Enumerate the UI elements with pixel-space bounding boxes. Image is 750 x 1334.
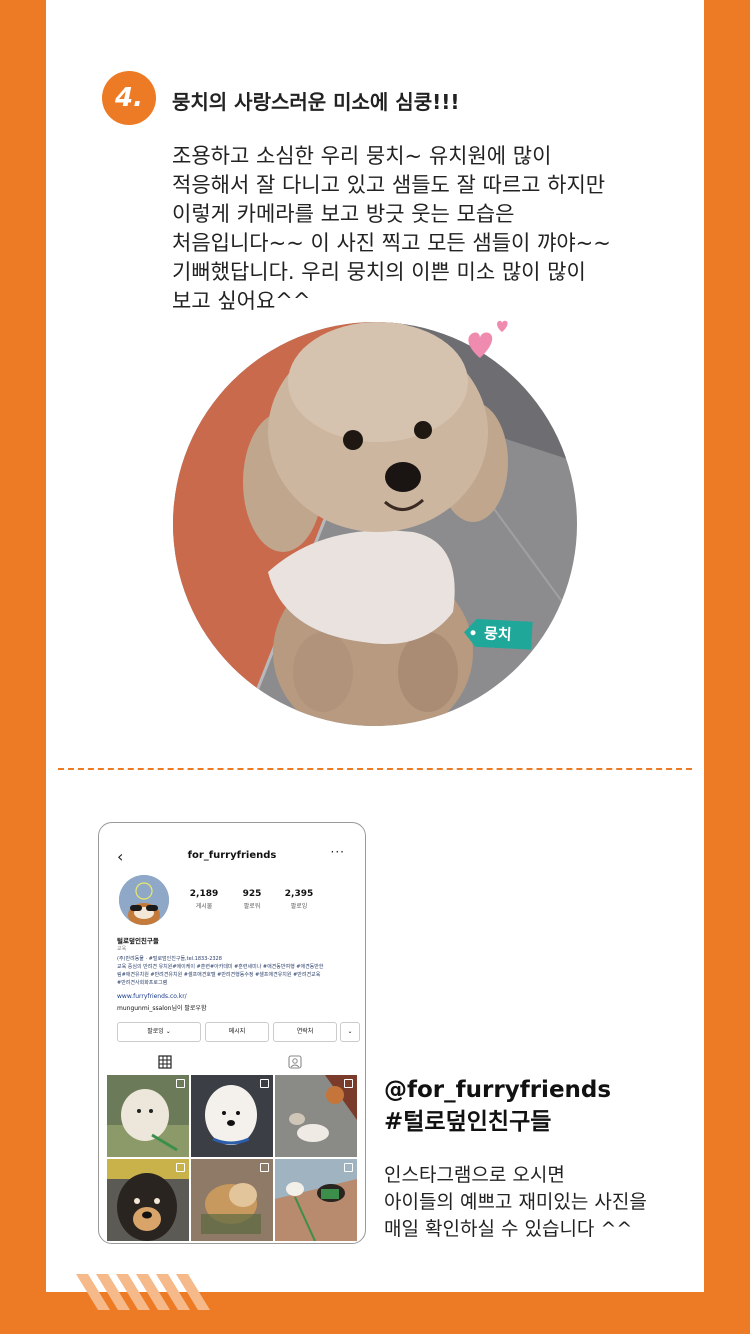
followed-by: mungunmi_ssalon님이 팔로우함 — [117, 1005, 207, 1012]
bio-line: 림#애견유치원 #반려견유치원 #셀프애견호텔 #반려견행동수정 #셀프애견유치… — [117, 972, 321, 978]
section-title: 뭉치의 사랑스러운 미소에 심쿵!!! — [172, 90, 460, 114]
heart-icon — [464, 312, 514, 364]
stat-value: 2,395 — [284, 889, 314, 899]
multi-photo-icon — [344, 1163, 353, 1172]
post-thumbnail[interactable] — [275, 1159, 357, 1241]
post-thumbnail[interactable] — [191, 1159, 273, 1241]
desc-line: 인스타그램으로 오시면 — [384, 1164, 565, 1186]
desc-line: 매일 확인하실 수 있습니다 ^^ — [384, 1218, 633, 1240]
decorative-stripes — [76, 1272, 226, 1312]
stat-label: 팔로잉 — [290, 903, 308, 910]
ig-header: ‹ for_furryfriends ··· — [99, 845, 365, 867]
more-icon[interactable]: ··· — [331, 845, 345, 859]
body-line: 처음입니다~~ 이 사진 찍고 모든 샘들이 꺄야~~ — [172, 231, 611, 255]
body-line: 이렇게 카메라를 보고 방긋 웃는 모습은 — [172, 202, 515, 226]
multi-photo-icon — [260, 1079, 269, 1088]
ig-handle: for_furryfriends — [187, 850, 277, 861]
tagged-icon — [288, 1055, 302, 1069]
bio-line: 교육 중심의 반려견 유치원#에이케이 #훈련#아카데미 #훈련세미나 #애견동… — [117, 964, 324, 970]
post-thumbnail[interactable] — [107, 1075, 189, 1157]
promo-heading: @for_furryfriends #털로덮인친구들 — [384, 1074, 611, 1138]
bio-name: 털로덮인친구들 — [117, 937, 159, 945]
dog-photo — [173, 322, 577, 726]
desc-line: 아이들의 예쁘고 재미있는 사진을 — [384, 1191, 647, 1213]
body-line: 적응해서 잘 다니고 있고 샘들도 잘 따르고 하지만 — [172, 173, 606, 197]
bio-line: (주)반려동물 · #털로덮인친구들,tel.1833-2328 — [117, 956, 222, 962]
post-thumbnail[interactable] — [107, 1159, 189, 1241]
stat-label: 게시물 — [195, 903, 213, 910]
grid-icon — [158, 1055, 172, 1069]
dog-name-label: 뭉치 — [483, 624, 513, 644]
stat-value: 2,189 — [189, 889, 219, 899]
multi-photo-icon — [176, 1079, 185, 1088]
multi-photo-icon — [344, 1079, 353, 1088]
body-line: 조용하고 소심한 우리 뭉치~ 유치원에 많이 — [172, 144, 552, 168]
tagged-tab[interactable] — [232, 1053, 365, 1071]
following-stat[interactable]: 2,395 팔로잉 — [274, 889, 324, 910]
multi-photo-icon — [176, 1163, 185, 1172]
following-button[interactable]: 팔로잉 ⌄ — [117, 1022, 201, 1042]
bio-link[interactable]: www.furryfriends.co.kr/ — [117, 993, 187, 1000]
section-divider — [58, 768, 692, 770]
bio-category: 교육 — [117, 946, 127, 952]
post-thumbnail[interactable] — [275, 1075, 357, 1157]
post-grid — [107, 1075, 357, 1243]
avatar[interactable] — [119, 875, 169, 925]
bio-line: #반려견사회화프로그램 — [117, 980, 168, 986]
bio-text: (주)반려동물 · #털로덮인친구들,tel.1833-2328 교육 중심의 … — [117, 955, 352, 987]
dog-name-tag: 뭉치 — [463, 618, 533, 650]
followers-stat[interactable]: 925 팔로워 — [227, 889, 277, 910]
section-number-badge: 4. — [102, 71, 156, 125]
section-body: 조용하고 소심한 우리 뭉치~ 유치원에 많이 적응해서 잘 다니고 있고 샘들… — [172, 142, 652, 316]
posts-stat[interactable]: 2,189 게시물 — [179, 889, 229, 910]
message-button[interactable]: 메시지 — [205, 1022, 269, 1042]
stat-label: 팔로워 — [243, 903, 261, 910]
body-line: 보고 싶어요^^ — [172, 289, 311, 313]
instagram-profile-mockup: ‹ for_furryfriends ··· 2,189 게시물 925 팔로워… — [98, 822, 366, 1244]
suggest-dropdown-button[interactable]: ⌄ — [340, 1022, 360, 1042]
multi-photo-icon — [260, 1163, 269, 1172]
post-thumbnail[interactable] — [191, 1075, 273, 1157]
promo-hashtag: #털로덮인친구들 — [384, 1109, 552, 1135]
stat-value: 925 — [242, 889, 262, 899]
promo-description: 인스타그램으로 오시면 아이들의 예쁘고 재미있는 사진을 매일 확인하실 수 … — [384, 1162, 647, 1243]
promo-handle: @for_furryfriends — [384, 1077, 612, 1103]
body-line: 기뻐했답니다. 우리 뭉치의 이쁜 미소 많이 많이 — [172, 260, 586, 284]
contact-button[interactable]: 연락처 — [273, 1022, 337, 1042]
grid-tab[interactable] — [99, 1053, 232, 1071]
